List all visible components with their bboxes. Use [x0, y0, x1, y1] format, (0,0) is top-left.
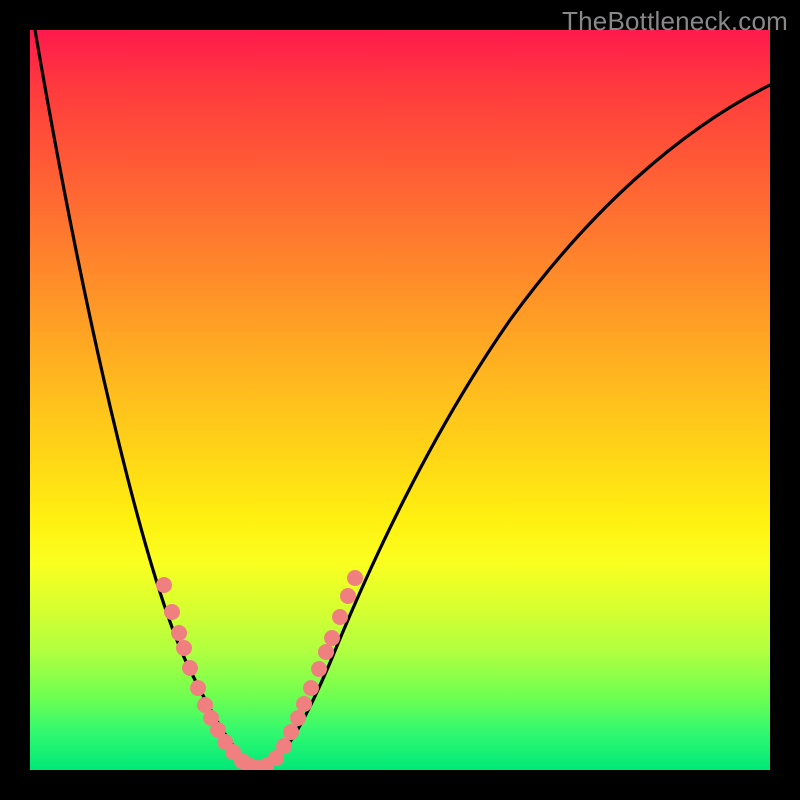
chart-frame: TheBottleneck.com — [0, 0, 800, 800]
marker-dot — [276, 738, 292, 754]
marker-dot — [164, 604, 180, 620]
marker-dot — [332, 609, 348, 625]
marker-dot — [290, 710, 306, 726]
marker-dot — [340, 588, 356, 604]
marker-dot — [318, 644, 334, 660]
marker-dot — [156, 577, 172, 593]
marker-dot — [296, 696, 312, 712]
marker-dot — [190, 680, 206, 696]
marker-dot — [311, 661, 327, 677]
marker-cluster-right — [268, 570, 363, 766]
marker-dot — [176, 640, 192, 656]
marker-dot — [324, 630, 340, 646]
marker-dot — [182, 660, 198, 676]
marker-dot — [283, 724, 299, 740]
bottleneck-curve — [35, 30, 770, 766]
marker-dot — [303, 680, 319, 696]
chart-svg — [30, 30, 770, 770]
marker-dot — [347, 570, 363, 586]
marker-cluster-left — [156, 577, 250, 769]
marker-dot — [171, 625, 187, 641]
